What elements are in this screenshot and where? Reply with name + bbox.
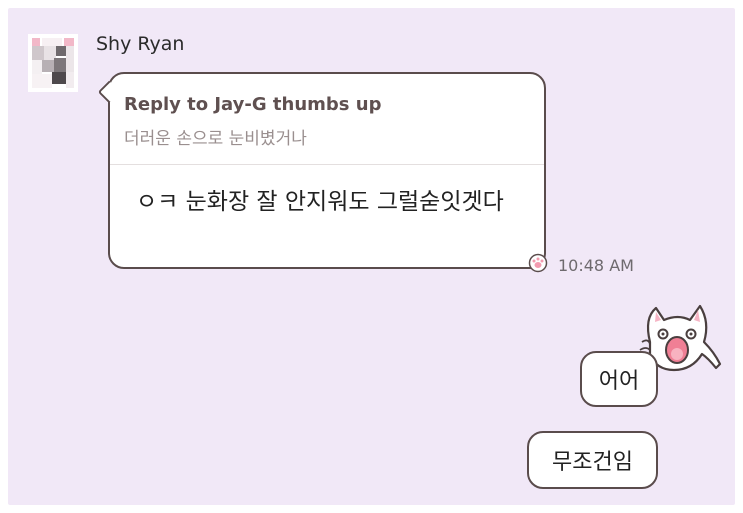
paw-icon[interactable] [528,253,548,273]
incoming-message-bubble[interactable]: Reply to Jay-G thumbs up 더러운 손으로 눈비볐거나 ㅇ… [108,72,546,269]
outgoing-message-bubble[interactable]: 무조건임 [527,431,658,489]
avatar[interactable] [28,34,78,92]
sender-name: Shy Ryan [96,33,185,55]
outgoing-message-bubble[interactable]: 어어 [580,351,658,407]
reply-divider [110,164,544,165]
message-time: 10:48 AM [558,256,634,275]
reply-title[interactable]: Reply to Jay-G thumbs up [124,94,381,115]
reply-quote[interactable]: 더러운 손으로 눈비볐거나 [124,124,307,149]
message-text: ㅇㅋ 눈화장 잘 안지워도 그럴숟잇겟다 [136,189,504,215]
